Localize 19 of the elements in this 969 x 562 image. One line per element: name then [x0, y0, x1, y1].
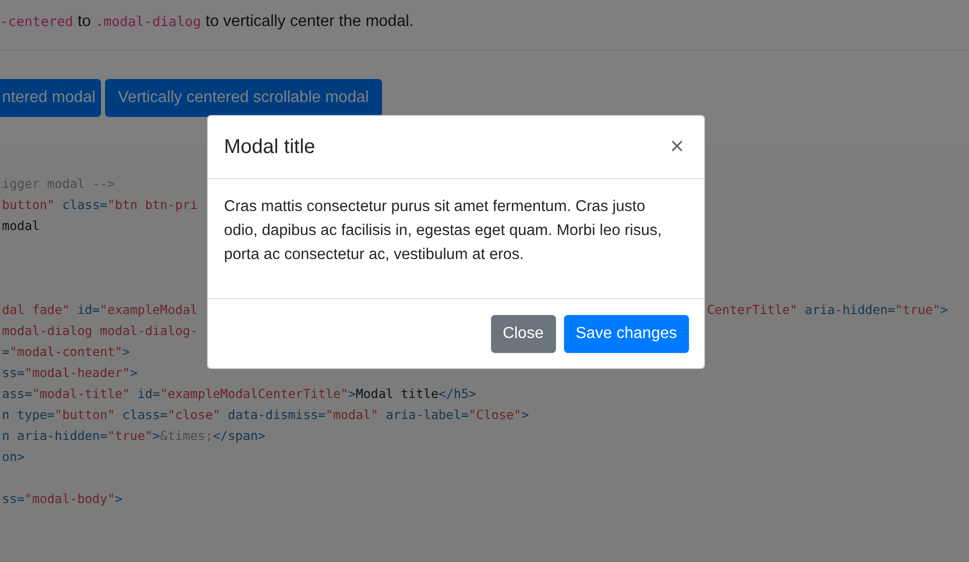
code-line: on>: [2, 449, 25, 464]
modal-title: Modal title: [224, 136, 316, 158]
code-line: CenterTitle" aria-hidden="true">: [707, 301, 948, 319]
code-line: ss="modal-body">: [2, 491, 122, 506]
modal-action-button[interactable]: Close: [490, 315, 556, 353]
code-line: modal-dialog modal-dialog-: [2, 323, 198, 338]
code-line: ="modal-content">: [2, 344, 130, 359]
code-line: n type="button" class="close" data-dismiss="modal" aria-label="Close">: [2, 407, 529, 422]
instruction-text: -centered to .modal-dialog to vertically center the modal.: [0, 12, 415, 32]
code-line: dal fade" id="exampleModal: [2, 302, 198, 317]
close-button[interactable]: ×: [666, 135, 688, 159]
modal-body-text: Cras mattis consectetur purus sit amet fermentum. Cras justo odio, dapibus ac facilisis in, egestas eget quam. Morbi leo risus, porta ac consectetur ac, vestibulum at eros.: [224, 197, 663, 265]
modal-action-button[interactable]: Save changes: [564, 315, 689, 353]
code-line: button" class="btn btn-pri: [2, 197, 198, 212]
code-line: modal: [2, 218, 40, 233]
code-line: ss="modal-header">: [2, 365, 138, 380]
launch-modal-button[interactable]: ntered modal: [0, 79, 101, 117]
code-line: ass="modal-title" id="exampleModalCenterTitle">Modal title</h5>: [2, 386, 476, 401]
launch-modal-button[interactable]: Vertically centered scrollable modal: [105, 79, 382, 117]
